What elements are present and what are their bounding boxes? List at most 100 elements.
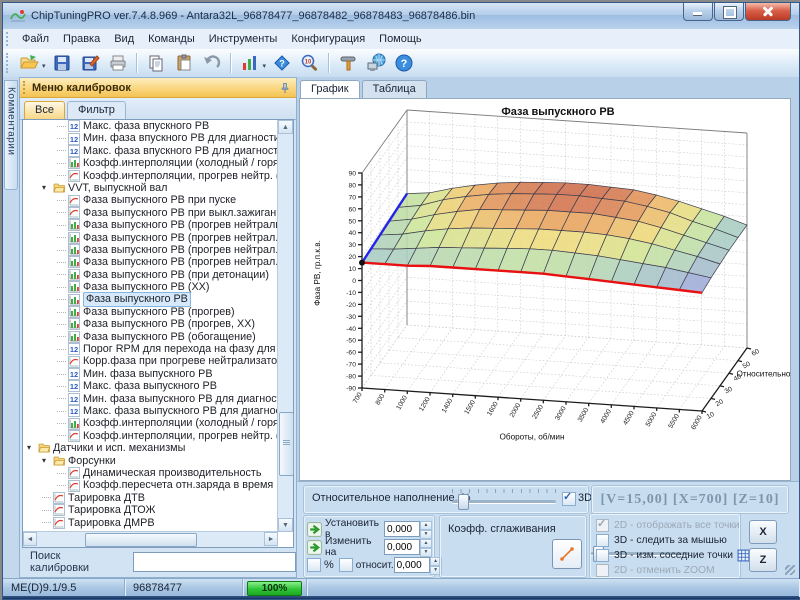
info-button[interactable] [269,50,295,76]
tree-item[interactable]: Мин. фаза впускного РВ для диагностики [23,132,278,144]
tree-item[interactable]: Мин. фаза выпускного РВ для диагностики [23,393,278,405]
tree-item[interactable]: Фаза выпускного РВ (прогрев нейтрал., ХХ… [23,256,278,268]
tree-item[interactable]: Фаза выпускного РВ (прогрев нейтрализато… [23,219,278,231]
mode-3d-checkbox[interactable] [562,492,576,506]
close-button[interactable] [745,3,791,21]
chart-canvas[interactable]: -90-80-70-60-50-40-30-20-100102030405060… [299,98,791,481]
tree-item[interactable]: Коэфф.интерполяции (холодный / горячий ) [23,417,278,429]
tree-item[interactable]: ▾VVT, выпускной вал [23,182,278,194]
menu-item-3[interactable]: Команды [141,31,202,47]
tree-rows[interactable]: Макс. фаза впускного РВМин. фаза впускно… [23,120,278,532]
smooth-apply-button[interactable] [552,539,582,569]
tree-item[interactable]: ▾Датчики и исп. механизмы [23,442,278,454]
apply-set-button[interactable] [307,522,322,537]
spin-down-icon[interactable]: ▼ [420,530,432,539]
tree-item[interactable]: Коэфф.интерполяции, прогрев нейтр. (холо… [23,430,278,442]
change-value-spinner[interactable]: ▲▼ [384,539,432,555]
option-checkbox-2[interactable] [596,549,609,562]
tree-item[interactable]: Корр.фаза при прогреве нейтрализатора [23,355,278,367]
relative-checkbox[interactable] [339,558,353,572]
tree-item[interactable]: Фаза выпускного РВ (прогрев, ХХ) [23,318,278,330]
tab-table[interactable]: Таблица [362,80,427,98]
resize-grip[interactable] [785,565,795,575]
tree-expander-icon[interactable]: ▾ [27,442,38,454]
tree-item[interactable]: Коэфф.интерполяции (холодный / горячий ) [23,157,278,169]
spin-up-icon[interactable]: ▲ [420,539,432,548]
save-button[interactable] [49,50,75,76]
network-button[interactable] [363,50,389,76]
tree-item[interactable]: Фаза выпускного РВ (прогрев) [23,306,278,318]
spin-down-icon[interactable]: ▼ [420,548,432,557]
tree-item[interactable]: ▾Форсунки [23,455,278,467]
tree-item[interactable]: Тарировка ДТОЖ [23,504,278,516]
maximize-button[interactable] [714,3,744,21]
menu-item-6[interactable]: Помощь [372,31,429,47]
menu-item-0[interactable]: Файл [15,31,56,47]
tree-expander-icon[interactable]: ▾ [42,455,53,467]
help-button[interactable] [391,50,417,76]
calibration-menu-header[interactable]: Меню калибровок [20,78,296,98]
save-as-button[interactable] [77,50,103,76]
scroll-left-button[interactable]: ◄ [23,532,37,546]
print-button[interactable] [105,50,131,76]
tree-item[interactable]: Макс. фаза выпускного РВ [23,380,278,392]
option-checkbox-1[interactable] [596,534,609,547]
fill-slider-thumb[interactable] [458,494,469,510]
menu-item-4[interactable]: Инструменты [202,31,285,47]
tree-item[interactable]: Фаза выпускного РВ (при детонации) [23,269,278,281]
tree-expander-icon[interactable]: ▾ [42,182,53,194]
tab-filter[interactable]: Фильтр [67,101,126,119]
paste-button[interactable] [171,50,197,76]
tree-item[interactable]: Фаза выпускного РВ при пуске [23,194,278,206]
scroll-right-button[interactable]: ► [264,532,278,546]
tab-all[interactable]: Все [24,101,65,119]
tools-button[interactable] [335,50,361,76]
tree-item[interactable]: Порог RPM для перехода на фазу для режим… [23,343,278,355]
apply-change-button[interactable] [307,540,322,555]
tree-item[interactable]: Тарировка ДТВ [23,492,278,504]
search-input[interactable] [133,552,296,572]
z-axis-button[interactable]: Z [749,548,777,572]
chart-view-dropdown-icon[interactable]: ▾ [263,62,267,70]
title-bar[interactable]: ChipTuningPRO ver.7.4.8.969 - Antara32L_… [3,3,799,30]
panel-grip[interactable] [23,81,28,94]
menu-item-5[interactable]: Конфигурация [284,31,372,47]
menu-item-1[interactable]: Правка [56,31,107,47]
scroll-down-button[interactable]: ▼ [278,518,293,532]
toolbar-grip[interactable] [6,53,11,73]
chart-view-button[interactable] [237,50,263,76]
undo-button[interactable] [199,50,225,76]
open-dropdown-icon[interactable]: ▾ [42,62,46,70]
tree-item[interactable]: Коэфф.пересчета отн.заряда в время впрыс… [23,479,278,491]
tree-item[interactable]: Коэфф.интерполяции, прогрев нейтр. (холо… [23,170,278,182]
menu-item-2[interactable]: Вид [107,31,141,47]
open-button[interactable] [16,50,42,76]
tree-item[interactable]: Мин. фаза выпускного РВ [23,368,278,380]
pin-icon[interactable] [279,82,291,94]
tree-item[interactable]: Тарировка ДМРВ [23,517,278,529]
percent-checkbox[interactable] [307,558,321,572]
fill-slider[interactable] [452,494,556,508]
comments-tab[interactable]: Комментарии [4,80,18,190]
horizontal-scrollbar[interactable]: ◄ ► [23,531,278,547]
x-axis-button[interactable]: X [749,520,777,544]
tab-graph[interactable]: График [300,80,360,99]
tree-item-selected[interactable]: Фаза выпускного РВ [23,293,278,305]
copy-button[interactable] [143,50,169,76]
tree-item[interactable]: Макс. фаза впускного РВ [23,120,278,132]
tree-item[interactable]: Динамическая производительность [23,467,278,479]
scroll-up-button[interactable]: ▲ [278,120,293,134]
relative-value-spinner[interactable]: ▲▼ [394,557,442,573]
tree-item[interactable]: Фаза выпускного РВ (обогащение) [23,331,278,343]
zoom-values-button[interactable] [297,50,323,76]
vertical-scrollbar[interactable]: ▲ ▼ [277,120,293,532]
tree-item[interactable]: Фаза выпускного РВ при выкл.зажигания [23,207,278,219]
tree-item[interactable]: Фаза выпускного РВ (прогрев нейтрал., ХХ… [23,244,278,256]
set-value-spinner[interactable]: ▲▼ [384,521,432,537]
spin-up-icon[interactable]: ▲ [420,521,432,530]
minimize-button[interactable] [683,3,713,21]
tree-item[interactable]: Макс. фаза выпускного РВ для диагностики [23,405,278,417]
tree-item[interactable]: Фаза выпускного РВ (прогрев нейтрал., хо… [23,232,278,244]
horizontal-scroll-thumb[interactable] [85,533,197,547]
tree-item[interactable]: Макс. фаза впускного РВ для диагностики [23,145,278,157]
